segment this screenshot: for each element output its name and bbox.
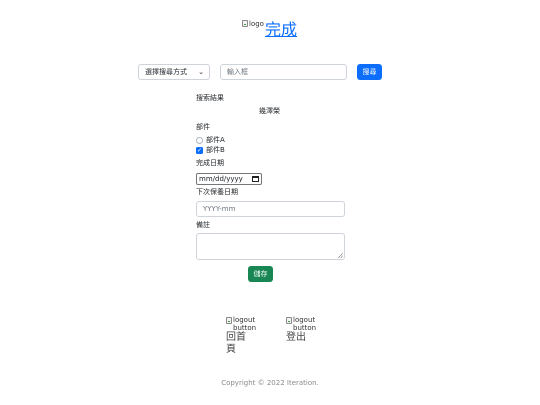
logo-alt-text: logo [249, 20, 264, 28]
part-b-checkbox[interactable]: ✓ [196, 147, 203, 154]
note-textarea[interactable] [196, 233, 345, 260]
next-maintenance-date-label: 下次保養日期 [196, 188, 238, 196]
resize-handle-icon[interactable] [338, 253, 343, 258]
logo-image: logo [242, 20, 264, 29]
logout-image: logout button [286, 316, 326, 332]
completion-date-label: 完成日期 [196, 159, 224, 167]
save-button[interactable]: 儲存 [248, 266, 273, 282]
search-result-value: 幾澤榮 [259, 107, 280, 115]
search-method-value: 選擇搜尋方式 [145, 68, 187, 76]
page-title-link[interactable]: 完成 [265, 20, 297, 40]
next-maintenance-date-input[interactable] [196, 201, 345, 217]
part-label: 部件 [196, 123, 210, 131]
part-a-label: 部件A [206, 136, 225, 144]
search-result-label: 搜索結果 [196, 94, 224, 102]
page-header: logo 完成 [242, 20, 297, 40]
broken-image-icon [226, 317, 232, 324]
broken-image-icon [286, 317, 292, 324]
home-image: logout button [226, 316, 266, 332]
home-nav-link[interactable]: logout button 回首頁 [226, 316, 266, 356]
part-b-label: 部件B [206, 146, 225, 154]
logout-label: 登出 [286, 332, 306, 343]
home-label: 回首頁 [226, 332, 246, 355]
logout-image-alt: logout button [293, 316, 317, 332]
chevron-down-icon: ⌄ [198, 68, 204, 76]
check-icon: ✓ [196, 147, 203, 154]
home-image-alt: logout button [233, 316, 257, 332]
search-button[interactable]: 搜尋 [357, 64, 382, 80]
part-a-radio[interactable] [196, 137, 203, 144]
note-label: 備註 [196, 221, 210, 229]
search-method-select[interactable]: 選擇搜尋方式 ⌄ [138, 64, 210, 80]
footer-copyright: Copyright © 2022 Iteration. [221, 379, 319, 387]
search-input[interactable] [220, 64, 347, 80]
calendar-icon[interactable] [252, 176, 259, 182]
broken-image-icon [242, 20, 248, 27]
completion-date-value: mm/dd/yyyy [199, 175, 243, 183]
completion-date-input[interactable]: mm/dd/yyyy [196, 173, 262, 185]
logout-nav-link[interactable]: logout button 登出 [286, 316, 326, 344]
